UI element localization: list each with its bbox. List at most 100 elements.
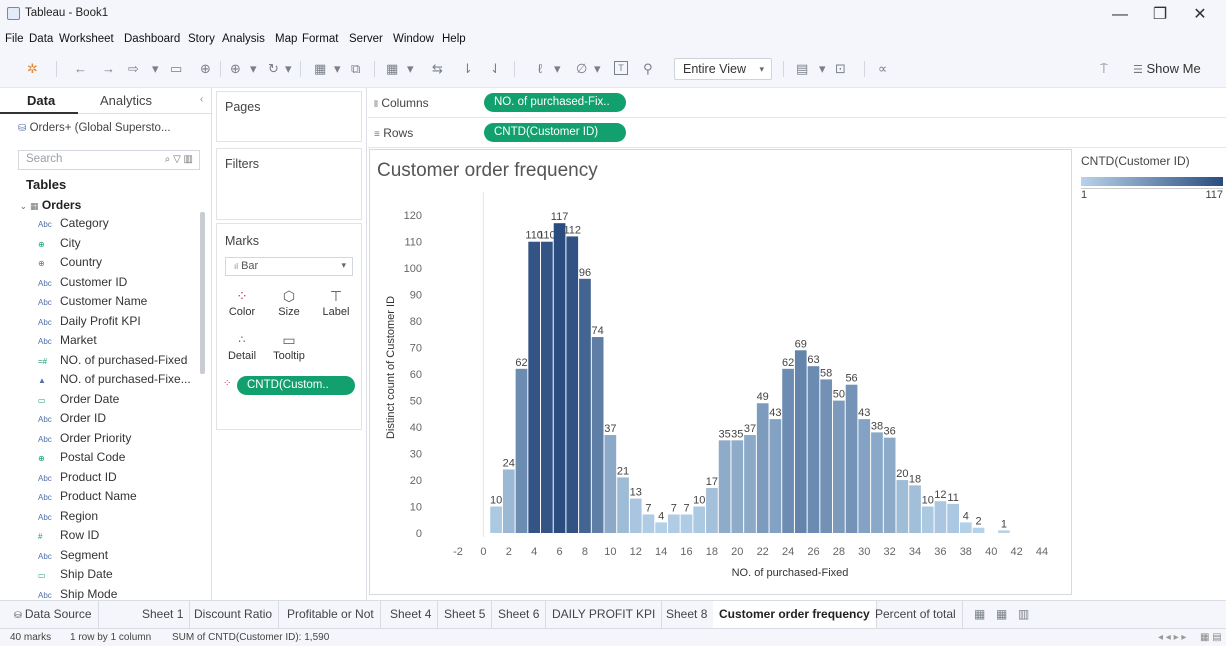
- menu-dashboard[interactable]: Dashboard: [124, 33, 180, 45]
- filters-card[interactable]: Filters: [216, 148, 362, 220]
- tab-discount-ratio[interactable]: Discount Ratio: [188, 601, 280, 628]
- minimize-button[interactable]: —: [1100, 4, 1140, 26]
- field-item[interactable]: =# NO. of purchased-Fixed: [38, 353, 187, 372]
- tab-sheet-4[interactable]: Sheet 4: [384, 601, 439, 628]
- field-item[interactable]: ⊕ Country: [38, 255, 102, 274]
- data-pane-scrollbar[interactable]: [200, 212, 205, 374]
- search-input[interactable]: Search ⌕ ▽ ▥: [18, 150, 200, 170]
- label-button[interactable]: ⊤ Label: [317, 286, 355, 326]
- highlight-icon[interactable]: ℓ: [538, 61, 542, 77]
- menu-help[interactable]: Help: [442, 33, 466, 45]
- show-mark-labels-icon[interactable]: T: [614, 61, 628, 75]
- tableau-start-icon[interactable]: ✲: [27, 61, 38, 77]
- color-button[interactable]: ⁘ Color: [223, 286, 261, 326]
- show-cards-icon[interactable]: ▤: [796, 61, 808, 77]
- tab-data-source[interactable]: ⛁ Data Source: [8, 601, 99, 628]
- menu-format[interactable]: Format: [302, 33, 338, 45]
- duplicate-sheet-icon[interactable]: ⧉: [351, 61, 360, 77]
- tab-profitable-or-not[interactable]: Profitable or Not: [281, 601, 381, 628]
- size-button[interactable]: ⬡ Size: [270, 286, 308, 326]
- sheet-navigation-icon[interactable]: ◂ ◂ ▸ ▸: [1158, 632, 1186, 643]
- search-icon[interactable]: ⌕: [165, 154, 171, 165]
- field-item[interactable]: ⊕ Postal Code: [38, 450, 125, 469]
- menu-analysis[interactable]: Analysis: [222, 33, 265, 45]
- field-item[interactable]: ▭ Ship Date: [38, 567, 113, 586]
- new-story-icon[interactable]: ▥: [1012, 601, 1035, 628]
- fix-axes-icon[interactable]: ⚲: [643, 61, 653, 77]
- presentation-mode-icon[interactable]: ⊡: [835, 61, 846, 77]
- show-me-button[interactable]: ☰ Show Me: [1133, 61, 1201, 76]
- field-item[interactable]: Abc Market: [38, 333, 97, 352]
- tab-daily-profit-kpi[interactable]: DAILY PROFIT KPI: [546, 601, 663, 628]
- chevron-down-icon[interactable]: ▾: [819, 61, 826, 77]
- field-item[interactable]: Abc Product ID: [38, 470, 117, 489]
- table-orders[interactable]: ⌄ ▦ Orders: [20, 198, 81, 212]
- field-item[interactable]: Abc Region: [38, 509, 98, 528]
- sheet-view-icon[interactable]: ▦ ▤: [1200, 632, 1222, 643]
- field-item[interactable]: Abc Segment: [38, 548, 108, 567]
- menu-server[interactable]: Server: [349, 33, 383, 45]
- tab-sheet-8[interactable]: Sheet 8: [660, 601, 715, 628]
- menu-file[interactable]: File: [5, 33, 24, 45]
- mark-type-dropdown[interactable]: ıl Bar ▾: [225, 257, 353, 276]
- new-dashboard-icon[interactable]: ▦: [990, 601, 1013, 628]
- sort-ascending-icon[interactable]: ⇂: [462, 61, 473, 77]
- view-options-icon[interactable]: ▥: [184, 154, 193, 165]
- field-item[interactable]: Abc Ship Mode: [38, 587, 117, 601]
- chevron-left-icon[interactable]: ‹: [200, 94, 203, 105]
- group-members-icon[interactable]: ∅: [576, 61, 587, 77]
- tab-analytics[interactable]: Analytics: [100, 93, 152, 108]
- restore-button[interactable]: ❐: [1140, 4, 1180, 26]
- pause-updates-icon[interactable]: ⊕: [230, 61, 241, 77]
- field-item[interactable]: Abc Product Name: [38, 489, 137, 508]
- data-source-item[interactable]: ⛁ Orders+ (Global Supersto...: [18, 122, 171, 134]
- save-icon[interactable]: ▭: [170, 61, 182, 77]
- field-item[interactable]: ⊕ City: [38, 236, 81, 255]
- tab-customer-order-frequency[interactable]: Customer order frequency: [713, 601, 877, 628]
- tooltip-button[interactable]: ▭ Tooltip: [270, 330, 308, 370]
- field-item[interactable]: # Row ID: [38, 528, 99, 547]
- chevron-down-icon[interactable]: ▾: [407, 61, 414, 77]
- menu-map[interactable]: Map: [275, 33, 297, 45]
- fit-dropdown[interactable]: Entire View ▾: [674, 58, 772, 80]
- redo-icon[interactable]: →: [102, 61, 115, 77]
- chevron-down-icon[interactable]: ▾: [152, 61, 159, 77]
- replay-icon[interactable]: ⇨: [128, 61, 139, 77]
- tab-percent-of-total[interactable]: Percent of total: [869, 601, 963, 628]
- chevron-down-icon[interactable]: ▾: [594, 61, 601, 77]
- tab-sheet-5[interactable]: Sheet 5: [438, 601, 493, 628]
- field-item[interactable]: Abc Order Priority: [38, 431, 131, 450]
- new-worksheet-icon[interactable]: ▦: [314, 61, 326, 77]
- menu-worksheet[interactable]: Worksheet: [59, 33, 114, 45]
- new-data-source-icon[interactable]: ⊕: [200, 61, 211, 77]
- filter-icon[interactable]: ▽: [173, 154, 181, 165]
- undo-icon[interactable]: ←: [74, 61, 87, 77]
- clear-sheet-icon[interactable]: ▦: [386, 61, 398, 77]
- tab-data[interactable]: Data: [0, 88, 78, 114]
- new-worksheet-icon[interactable]: ▦: [968, 601, 991, 628]
- field-item[interactable]: Abc Daily Profit KPI: [38, 314, 141, 333]
- field-item[interactable]: Abc Order ID: [38, 411, 106, 430]
- menu-window[interactable]: Window: [393, 33, 434, 45]
- chevron-down-icon[interactable]: ▾: [334, 61, 341, 77]
- tab-sheet-1[interactable]: Sheet 1: [136, 601, 191, 628]
- rows-pill[interactable]: CNTD(Customer ID): [484, 123, 626, 142]
- sort-descending-icon[interactable]: ⇃: [490, 61, 501, 77]
- detail-button[interactable]: ∴ Detail: [223, 330, 261, 370]
- pin-icon[interactable]: ⍑: [1100, 61, 1108, 77]
- swap-rows-columns-icon[interactable]: ⇆: [432, 61, 443, 77]
- color-legend[interactable]: CNTD(Customer ID) 1 117: [1075, 149, 1226, 209]
- field-item[interactable]: Abc Customer Name: [38, 294, 147, 313]
- tab-sheet-6[interactable]: Sheet 6: [492, 601, 547, 628]
- close-button[interactable]: ✕: [1180, 4, 1220, 26]
- field-item[interactable]: ▭ Order Date: [38, 392, 119, 411]
- marks-color-pill[interactable]: CNTD(Custom..: [237, 376, 355, 395]
- pages-card[interactable]: Pages: [216, 91, 362, 142]
- chevron-down-icon[interactable]: ▾: [554, 61, 561, 77]
- menu-data[interactable]: Data: [29, 33, 53, 45]
- share-icon[interactable]: ∝: [878, 61, 887, 77]
- field-item[interactable]: Abc Category: [38, 216, 109, 235]
- chevron-down-icon[interactable]: ▾: [250, 61, 257, 77]
- refresh-icon[interactable]: ↻: [268, 61, 279, 77]
- field-item[interactable]: ▲ NO. of purchased-Fixe...: [38, 372, 191, 391]
